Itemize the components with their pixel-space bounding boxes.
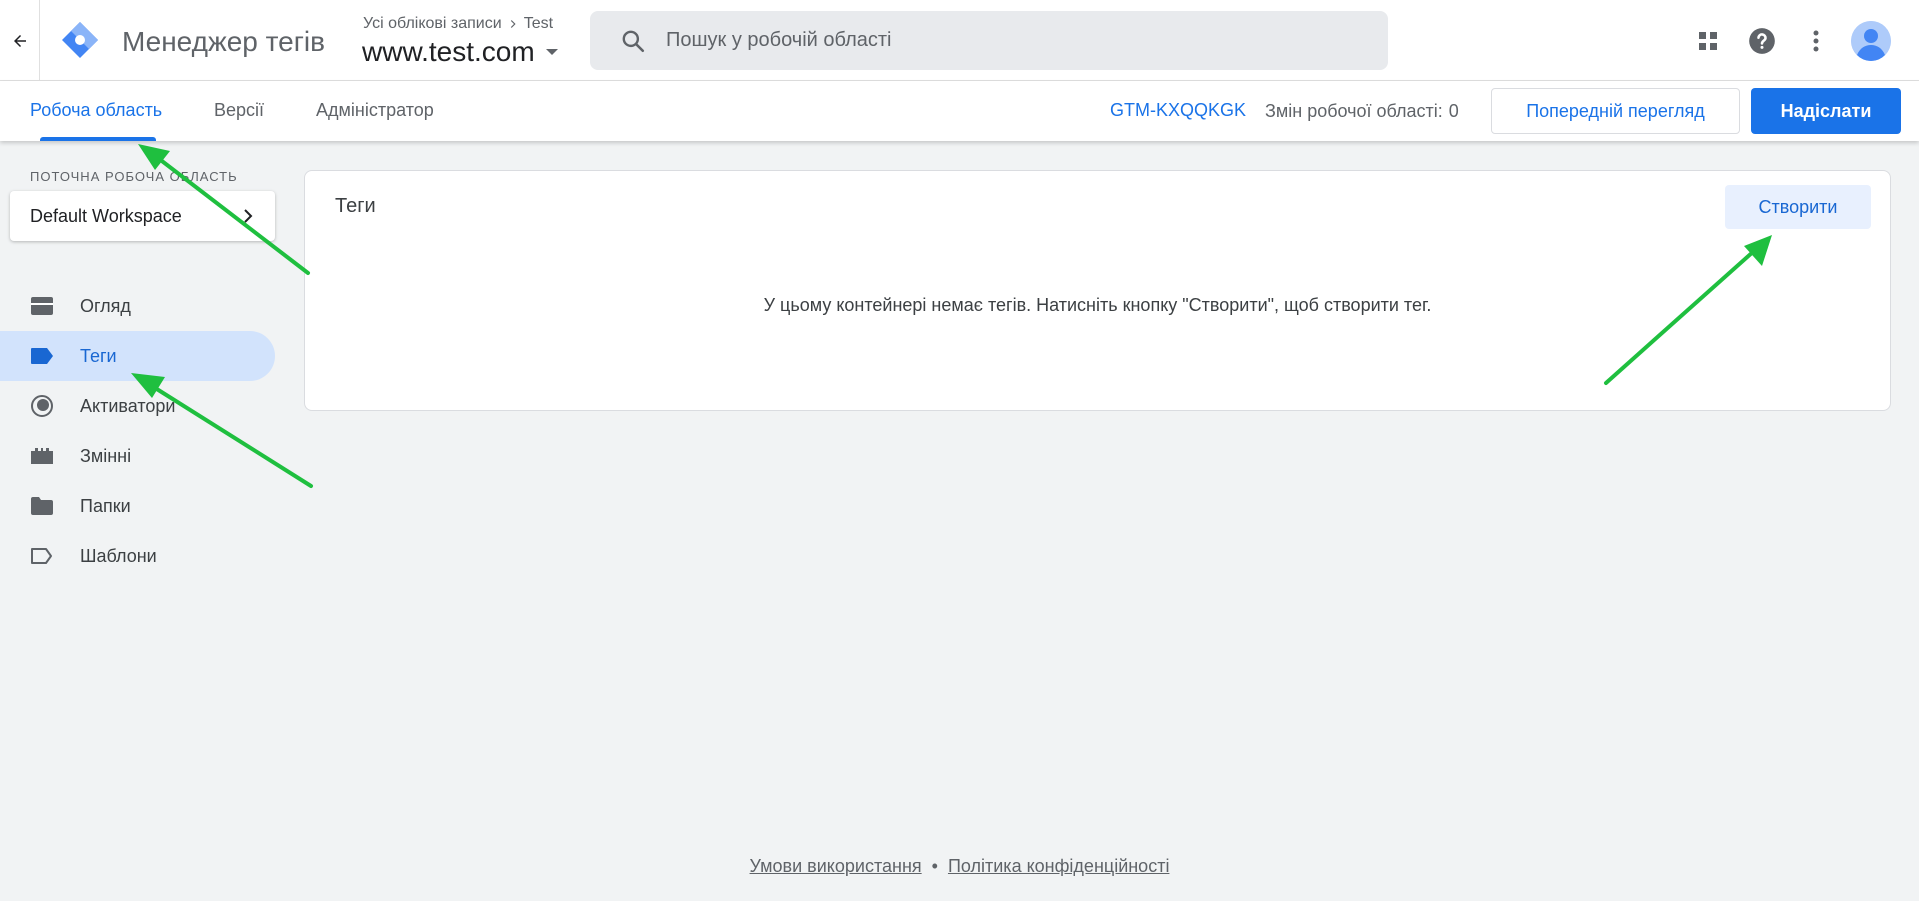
search-input[interactable]	[666, 29, 1366, 52]
trigger-icon	[30, 394, 54, 418]
workspace-name: Default Workspace	[30, 205, 182, 226]
top-bar: Менеджер тегів Усі облікові записи Test …	[0, 0, 1919, 81]
sidebar-item-label: Активатори	[80, 395, 176, 416]
chevron-right-icon	[244, 209, 253, 223]
sidebar-item-overview[interactable]: Огляд	[0, 281, 275, 331]
search-icon	[622, 30, 645, 52]
chevron-right-icon	[510, 20, 516, 28]
workspace-nav-bar: Робоча область Версії Адміністратор GTM-…	[0, 81, 1919, 141]
search-bar[interactable]	[590, 11, 1388, 70]
container-name: www.test.com	[362, 36, 535, 67]
breadcrumb-all-accounts[interactable]: Усі облікові записи	[363, 15, 502, 33]
privacy-link[interactable]: Політика конфіденційності	[948, 856, 1169, 876]
workspace-changes-count: 0	[1448, 101, 1459, 121]
sidebar-item-label: Шаблони	[80, 545, 157, 566]
breadcrumb: Усі облікові записи Test	[363, 15, 553, 33]
template-icon	[30, 544, 54, 568]
variables-icon	[30, 444, 54, 468]
more-options-button[interactable]	[1789, 14, 1843, 68]
sidebar-item-label: Теги	[80, 345, 117, 366]
arrow-back-icon	[13, 34, 26, 47]
workspace-selector[interactable]: Default Workspace	[10, 191, 275, 241]
breadcrumb-account[interactable]: Test	[524, 15, 553, 33]
apps-grid-icon	[1699, 31, 1717, 50]
tab-versions[interactable]: Версії	[214, 100, 264, 121]
tab-workspace[interactable]: Робоча область	[30, 100, 162, 121]
avatar[interactable]	[1851, 20, 1891, 61]
product-name: Менеджер тегів	[122, 26, 326, 57]
card-title: Теги	[335, 195, 376, 217]
active-tab-indicator	[40, 137, 156, 141]
current-workspace-label: ПОТОЧНА РОБОЧА ОБЛАСТЬ	[30, 169, 238, 184]
sidebar-item-triggers[interactable]: Активатори	[0, 381, 275, 431]
more-vert-icon	[1813, 30, 1819, 51]
workspace-changes: Змін робочої області: 0	[1265, 101, 1459, 122]
sidebar-item-variables[interactable]: Змінні	[0, 431, 275, 481]
submit-button[interactable]: Надіслати	[1751, 88, 1901, 134]
account-icon	[1851, 20, 1891, 61]
top-actions	[1681, 0, 1919, 81]
footer-separator: •	[931, 856, 938, 876]
caret-down-icon	[545, 49, 558, 55]
tag-icon	[30, 344, 54, 368]
sidebar-item-label: Огляд	[80, 295, 131, 316]
apps-button[interactable]	[1681, 14, 1735, 68]
tab-admin[interactable]: Адміністратор	[316, 100, 434, 121]
workspace-changes-label: Змін робочої області:	[1265, 101, 1443, 121]
sidebar-item-templates[interactable]: Шаблони	[0, 531, 275, 581]
create-tag-button[interactable]: Створити	[1725, 185, 1871, 229]
annotation-arrowhead-workspace-tab	[138, 144, 170, 170]
help-icon	[1749, 27, 1775, 54]
help-button[interactable]	[1735, 14, 1789, 68]
footer: Умови використання • Політика конфіденційн…	[0, 856, 1919, 877]
tag-manager-logo-icon	[62, 22, 98, 58]
back-button[interactable]	[0, 0, 40, 81]
folder-icon	[30, 494, 54, 518]
container-id-link[interactable]: GTM-KXQQKGK	[1110, 100, 1246, 121]
container-selector[interactable]: www.test.com	[362, 36, 559, 68]
tags-card: Теги Створити У цьому контейнері немає т…	[304, 170, 1891, 411]
sidebar-item-label: Змінні	[80, 445, 132, 466]
sidebar-item-folders[interactable]: Папки	[0, 481, 275, 531]
overview-icon	[30, 294, 54, 318]
sidebar-item-tags[interactable]: Теги	[0, 331, 275, 381]
terms-link[interactable]: Умови використання	[750, 856, 922, 876]
sidebar-item-label: Папки	[80, 495, 131, 516]
empty-state-message: У цьому контейнері немає тегів. Натисніт…	[763, 295, 1432, 315]
preview-button[interactable]: Попередній перегляд	[1491, 88, 1740, 134]
